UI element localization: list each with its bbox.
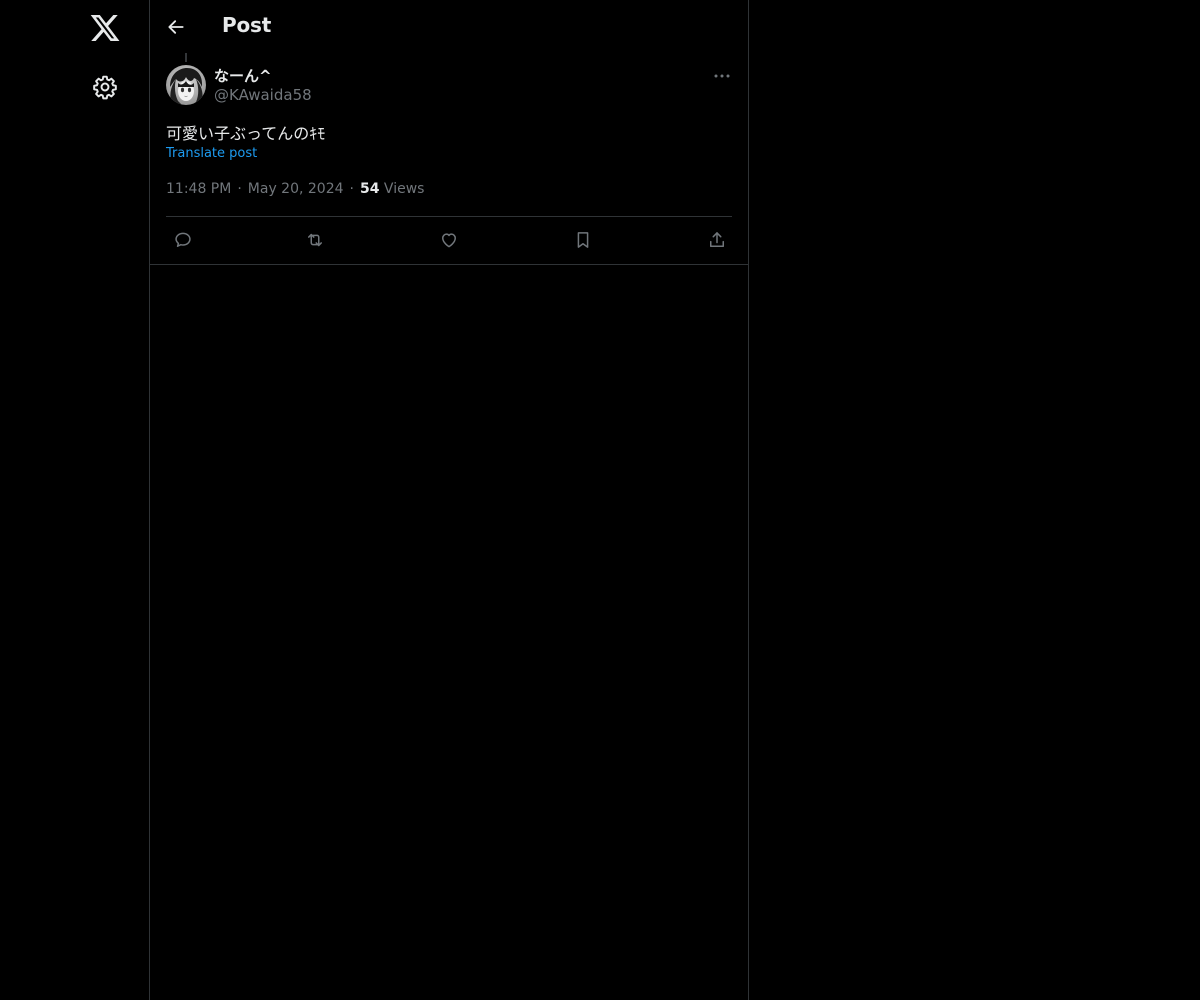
post-time[interactable]: 11:48 PM: [166, 181, 231, 197]
app-root: Post なーん^ @KAwaida58 可愛い子ぶってんのｷﾓ Transla…: [0, 0, 1200, 1000]
x-logo-icon[interactable]: [89, 12, 121, 44]
main-column: Post なーん^ @KAwaida58 可愛い子ぶってんのｷﾓ Transla…: [150, 0, 749, 1000]
thread-connector-line: [185, 53, 187, 62]
more-horizontal-icon[interactable]: [712, 66, 732, 86]
post-bottom-border: [150, 264, 748, 265]
share-icon[interactable]: [705, 228, 729, 252]
left-nav: [0, 0, 150, 1000]
post-date[interactable]: May 20, 2024: [248, 181, 344, 197]
arrow-left-icon[interactable]: [166, 17, 186, 37]
reply-icon[interactable]: [171, 228, 195, 252]
post-text: 可愛い子ぶってんのｷﾓ: [166, 124, 326, 143]
meta-separator: ·: [237, 181, 242, 197]
page-title: Post: [222, 13, 272, 37]
author-handle[interactable]: @KAwaida58: [214, 86, 312, 104]
views-count: 54: [359, 181, 380, 197]
bookmark-icon[interactable]: [571, 228, 595, 252]
meta-separator: ·: [349, 181, 354, 197]
actions-divider: [166, 216, 732, 217]
post-meta: 11:48 PM · May 20, 2024 · 54 Views: [166, 181, 424, 197]
page-header: Post: [150, 0, 748, 53]
views-label: Views: [383, 181, 425, 197]
heart-icon[interactable]: [437, 228, 461, 252]
repost-icon[interactable]: [303, 228, 327, 252]
author-display-name[interactable]: なーん^: [214, 65, 272, 86]
post-actions-bar: [166, 228, 732, 252]
gear-icon[interactable]: [92, 74, 118, 100]
translate-post-link[interactable]: Translate post: [166, 146, 257, 161]
avatar[interactable]: [166, 65, 206, 105]
